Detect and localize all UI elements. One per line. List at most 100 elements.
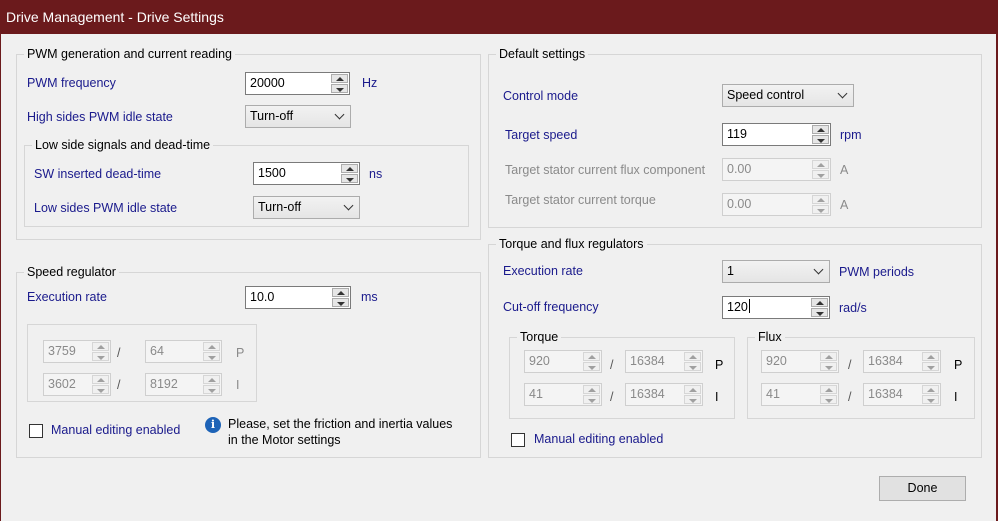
torque-i-denominator[interactable]: 16384 [625,383,703,406]
chevron-down-icon [837,88,848,99]
slash-separator: / [610,358,614,372]
low-side-group-legend: Low side signals and dead-time [32,138,214,153]
low-sides-idle-label: Low sides PWM idle state [34,201,178,215]
high-sides-idle-label: High sides PWM idle state [27,110,173,124]
target-speed-down-button[interactable] [812,135,829,144]
pwm-group-legend: PWM generation and current reading [24,47,235,62]
chevron-down-icon [334,109,345,120]
low-sides-idle-value: Turn-off [258,200,302,214]
tf-execution-rate-label: Execution rate [503,264,583,278]
high-sides-idle-value: Turn-off [250,109,294,123]
low-sides-idle-select[interactable]: Turn-off [253,196,360,219]
flux-i-label: I [954,390,958,404]
pwm-frequency-label: PWM frequency [27,76,116,90]
chevron-down-icon [813,264,824,275]
window-title: Drive Management - Drive Settings [6,9,224,25]
window-frame-left [0,34,1,521]
pwm-frequency-value: 20000 [250,76,285,90]
torque-p-denominator[interactable]: 16384 [625,350,703,373]
target-speed-value: 119 [727,127,747,141]
cutoff-frequency-value: 120 [727,297,750,318]
dead-time-spinner[interactable]: 1500 [253,162,360,185]
speed-manual-editing-checkbox[interactable] [29,424,43,438]
control-mode-label: Control mode [503,89,579,103]
dead-time-down-button[interactable] [341,174,358,183]
tf-execution-rate-unit: PWM periods [839,265,915,279]
pwm-frequency-unit: Hz [362,76,378,90]
speed-rate-down-button[interactable] [332,298,349,307]
pwm-frequency-up-button[interactable] [331,74,348,83]
high-sides-idle-select[interactable]: Turn-off [245,105,351,128]
flux-p-denominator[interactable]: 16384 [863,350,941,373]
slash-separator: / [848,390,852,404]
cutoff-frequency-spinner[interactable]: 120 [722,296,830,319]
target-speed-spinner[interactable]: 119 [722,123,831,146]
speed-i-denominator[interactable]: 8192 [145,373,222,396]
speed-execution-rate-spinner[interactable]: 10.0 [245,286,351,309]
flux-i-denominator[interactable]: 16384 [863,383,941,406]
speed-execution-rate-unit: ms [361,290,378,304]
speed-i-numerator[interactable]: 3602 [43,373,111,396]
target-torque-value: 0.00 [727,197,752,211]
control-mode-select[interactable]: Speed control [722,84,854,107]
torque-i-numerator[interactable]: 41 [524,383,602,406]
speed-p-numerator[interactable]: 3759 [43,340,111,363]
cutoff-frequency-unit: rad/s [839,301,867,315]
target-speed-label: Target speed [505,128,578,142]
done-button[interactable]: Done [879,476,966,501]
speed-note-line-2: in the Motor settings [228,433,341,447]
speed-gains-box: 3759 / 64 P 3602 / 8192 I [27,324,257,402]
target-speed-unit: rpm [840,128,862,142]
target-flux-value: 0.00 [727,162,752,176]
dead-time-up-button[interactable] [341,164,358,173]
speed-rate-up-button[interactable] [332,288,349,297]
target-torque-unit: A [840,198,849,212]
torque-legend: Torque [517,330,562,345]
speed-execution-rate-label: Execution rate [27,290,107,304]
dead-time-unit: ns [369,167,383,181]
target-flux-label: Target stator current flux component [505,163,706,177]
speed-manual-editing-label[interactable]: Manual editing enabled [51,422,180,438]
speed-p-denominator[interactable]: 64 [145,340,222,363]
target-flux-unit: A [840,163,849,177]
tf-execution-rate-select[interactable]: 1 [722,260,830,283]
torque-p-numerator[interactable]: 920 [524,350,602,373]
cutoff-up-button[interactable] [811,298,828,307]
default-settings-legend: Default settings [496,47,589,62]
chevron-down-icon [343,200,354,211]
tf-manual-editing-checkbox[interactable] [511,433,525,447]
cutoff-frequency-label: Cut-off frequency [503,300,599,314]
tf-manual-editing-label[interactable]: Manual editing enabled [534,431,663,447]
tf-execution-rate-value: 1 [727,264,734,278]
pwm-frequency-down-button[interactable] [331,84,348,93]
torque-p-label: P [715,358,724,372]
speed-regulator-group: Speed regulator Execution rate 10.0 ms 3… [16,265,481,458]
flux-legend: Flux [755,330,785,345]
target-flux-spinner[interactable]: 0.00 [722,158,831,181]
slash-separator: / [848,358,852,372]
speed-note-line-1: Please, set the friction and inertia val… [228,417,453,431]
title-bar: Drive Management - Drive Settings [0,0,998,34]
slash-separator: / [117,378,121,392]
info-icon: i [205,417,221,433]
target-speed-up-button[interactable] [812,125,829,134]
control-mode-value: Speed control [727,88,805,102]
dead-time-label: SW inserted dead-time [34,167,162,181]
slash-separator: / [117,346,121,360]
flux-gains-box: Flux 920 / 16384 P 41 / 16384 I [747,330,975,419]
cutoff-down-button[interactable] [811,308,828,317]
pwm-frequency-spinner[interactable]: 20000 [245,72,350,95]
flux-i-numerator[interactable]: 41 [761,383,839,406]
torque-gains-box: Torque 920 / 16384 P 41 / 16384 I [509,330,735,419]
speed-regulator-legend: Speed regulator [24,265,119,280]
target-torque-label: Target stator current torque [505,193,656,207]
pwm-group: PWM generation and current reading PWM f… [16,47,481,240]
tf-regulators-group: Torque and flux regulators Execution rat… [488,237,982,458]
tf-regulators-legend: Torque and flux regulators [496,237,647,252]
flux-p-label: P [954,358,963,372]
low-side-group: Low side signals and dead-time SW insert… [24,138,469,227]
target-torque-spinner[interactable]: 0.00 [722,193,831,216]
speed-i-label: I [236,378,240,392]
flux-p-numerator[interactable]: 920 [761,350,839,373]
default-settings-group: Default settings Control mode Speed cont… [488,47,982,228]
